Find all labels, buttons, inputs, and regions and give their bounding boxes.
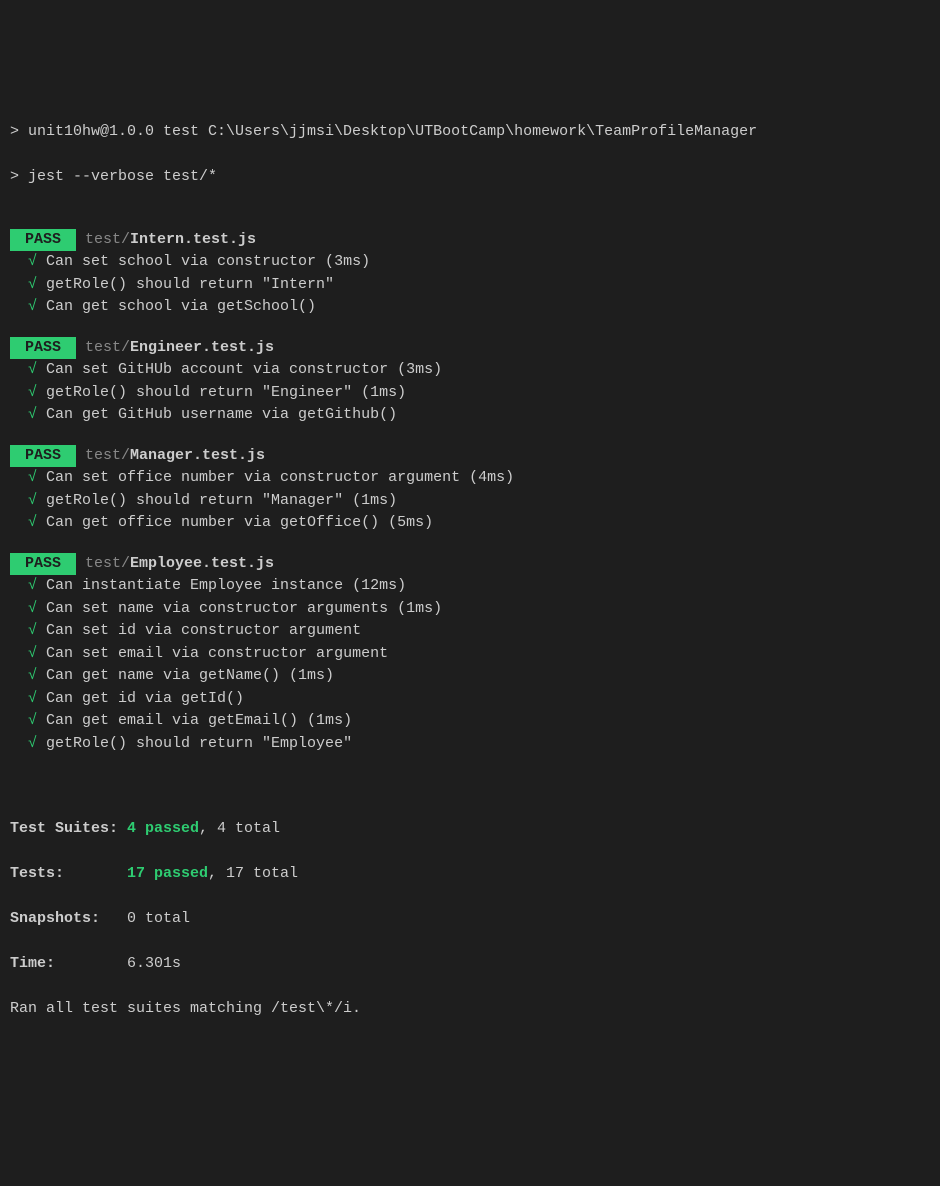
test-result-line: √ Can set GitHUb account via constructor… (10, 359, 930, 382)
check-icon: √ (10, 735, 46, 752)
summary-suites-passed: 4 passed (127, 820, 199, 837)
test-suite: PASS test/Engineer.test.js √ Can set Git… (10, 337, 930, 427)
test-suite: PASS test/Manager.test.js √ Can set offi… (10, 445, 930, 535)
suite-file: Manager.test.js (130, 447, 265, 464)
test-result-line: √ getRole() should return "Intern" (10, 274, 930, 297)
test-description: Can set email via constructor argument (46, 645, 388, 662)
summary-tests-line: Tests: 17 passed, 17 total (10, 863, 930, 886)
summary-suites-label: Test Suites: (10, 818, 127, 841)
test-description: Can get GitHub username via getGithub() (46, 406, 397, 423)
suite-header: PASS test/Employee.test.js (10, 553, 930, 576)
test-result-line: √ Can get id via getId() (10, 688, 930, 711)
test-result-line: √ Can get office number via getOffice() … (10, 512, 930, 535)
check-icon: √ (10, 276, 46, 293)
test-description: Can get school via getSchool() (46, 298, 316, 315)
summary-block: Test Suites: 4 passed, 4 total Tests: 17… (10, 796, 930, 1044)
test-description: Can set GitHUb account via constructor (… (46, 361, 442, 378)
test-result-line: √ getRole() should return "Employee" (10, 733, 930, 756)
test-description: Can get office number via getOffice() (5… (46, 514, 433, 531)
prompt-line-1: > unit10hw@1.0.0 test C:\Users\jjmsi\Des… (10, 121, 930, 144)
suite-header: PASS test/Manager.test.js (10, 445, 930, 468)
test-result-line: √ Can get name via getName() (1ms) (10, 665, 930, 688)
check-icon: √ (10, 406, 46, 423)
suite-file: Employee.test.js (130, 555, 274, 572)
pass-badge: PASS (10, 445, 76, 468)
summary-snapshots-rest: 0 total (127, 910, 190, 927)
check-icon: √ (10, 514, 46, 531)
summary-snapshots-label: Snapshots: (10, 908, 127, 931)
test-result-line: √ getRole() should return "Manager" (1ms… (10, 490, 930, 513)
check-icon: √ (10, 690, 46, 707)
test-result-line: √ Can get GitHub username via getGithub(… (10, 404, 930, 427)
test-description: Can instantiate Employee instance (12ms) (46, 577, 406, 594)
check-icon: √ (10, 645, 46, 662)
test-description: getRole() should return "Employee" (46, 735, 352, 752)
suite-header: PASS test/Engineer.test.js (10, 337, 930, 360)
suite-path: test/ (76, 447, 130, 464)
test-description: Can get name via getName() (1ms) (46, 667, 334, 684)
check-icon: √ (10, 600, 46, 617)
test-description: Can set name via constructor arguments (… (46, 600, 442, 617)
suite-header: PASS test/Intern.test.js (10, 229, 930, 252)
check-icon: √ (10, 577, 46, 594)
summary-tests-rest: , 17 total (208, 865, 298, 882)
test-result-line: √ getRole() should return "Engineer" (1m… (10, 382, 930, 405)
test-suite: PASS test/Employee.test.js √ Can instant… (10, 553, 930, 756)
check-icon: √ (10, 667, 46, 684)
suite-file: Engineer.test.js (130, 339, 274, 356)
suite-file: Intern.test.js (130, 231, 256, 248)
summary-suites-rest: , 4 total (199, 820, 280, 837)
check-icon: √ (10, 361, 46, 378)
test-result-line: √ Can set email via constructor argument (10, 643, 930, 666)
test-result-line: √ Can set name via constructor arguments… (10, 598, 930, 621)
terminal-output: > unit10hw@1.0.0 test C:\Users\jjmsi\Des… (10, 98, 930, 1066)
summary-suites-line: Test Suites: 4 passed, 4 total (10, 818, 930, 841)
test-description: Can set office number via constructor ar… (46, 469, 514, 486)
test-result-line: √ Can set id via constructor argument (10, 620, 930, 643)
suite-path: test/ (76, 231, 130, 248)
check-icon: √ (10, 384, 46, 401)
test-result-line: √ Can set school via constructor (3ms) (10, 251, 930, 274)
test-description: getRole() should return "Engineer" (1ms) (46, 384, 406, 401)
pass-badge: PASS (10, 553, 76, 576)
test-description: getRole() should return "Manager" (1ms) (46, 492, 397, 509)
summary-tests-label: Tests: (10, 863, 127, 886)
test-description: Can get id via getId() (46, 690, 244, 707)
summary-time-rest: 6.301s (127, 955, 181, 972)
test-description: Can set school via constructor (3ms) (46, 253, 370, 270)
check-icon: √ (10, 469, 46, 486)
check-icon: √ (10, 622, 46, 639)
suite-path: test/ (76, 555, 130, 572)
check-icon: √ (10, 492, 46, 509)
test-description: Can get email via getEmail() (1ms) (46, 712, 352, 729)
prompt-line-2: > jest --verbose test/* (10, 166, 930, 189)
check-icon: √ (10, 712, 46, 729)
check-icon: √ (10, 253, 46, 270)
test-description: Can set id via constructor argument (46, 622, 361, 639)
summary-time-label: Time: (10, 953, 127, 976)
summary-snapshots-line: Snapshots: 0 total (10, 908, 930, 931)
test-result-line: √ Can instantiate Employee instance (12m… (10, 575, 930, 598)
test-description: getRole() should return "Intern" (46, 276, 334, 293)
check-icon: √ (10, 298, 46, 315)
pass-badge: PASS (10, 337, 76, 360)
test-suite: PASS test/Intern.test.js √ Can set schoo… (10, 229, 930, 319)
summary-tests-passed: 17 passed (127, 865, 208, 882)
suite-path: test/ (76, 339, 130, 356)
test-result-line: √ Can get email via getEmail() (1ms) (10, 710, 930, 733)
pass-badge: PASS (10, 229, 76, 252)
summary-final-line: Ran all test suites matching /test\*/i. (10, 998, 930, 1021)
test-result-line: √ Can get school via getSchool() (10, 296, 930, 319)
summary-time-line: Time: 6.301s (10, 953, 930, 976)
test-suites: PASS test/Intern.test.js √ Can set schoo… (10, 229, 930, 756)
test-result-line: √ Can set office number via constructor … (10, 467, 930, 490)
